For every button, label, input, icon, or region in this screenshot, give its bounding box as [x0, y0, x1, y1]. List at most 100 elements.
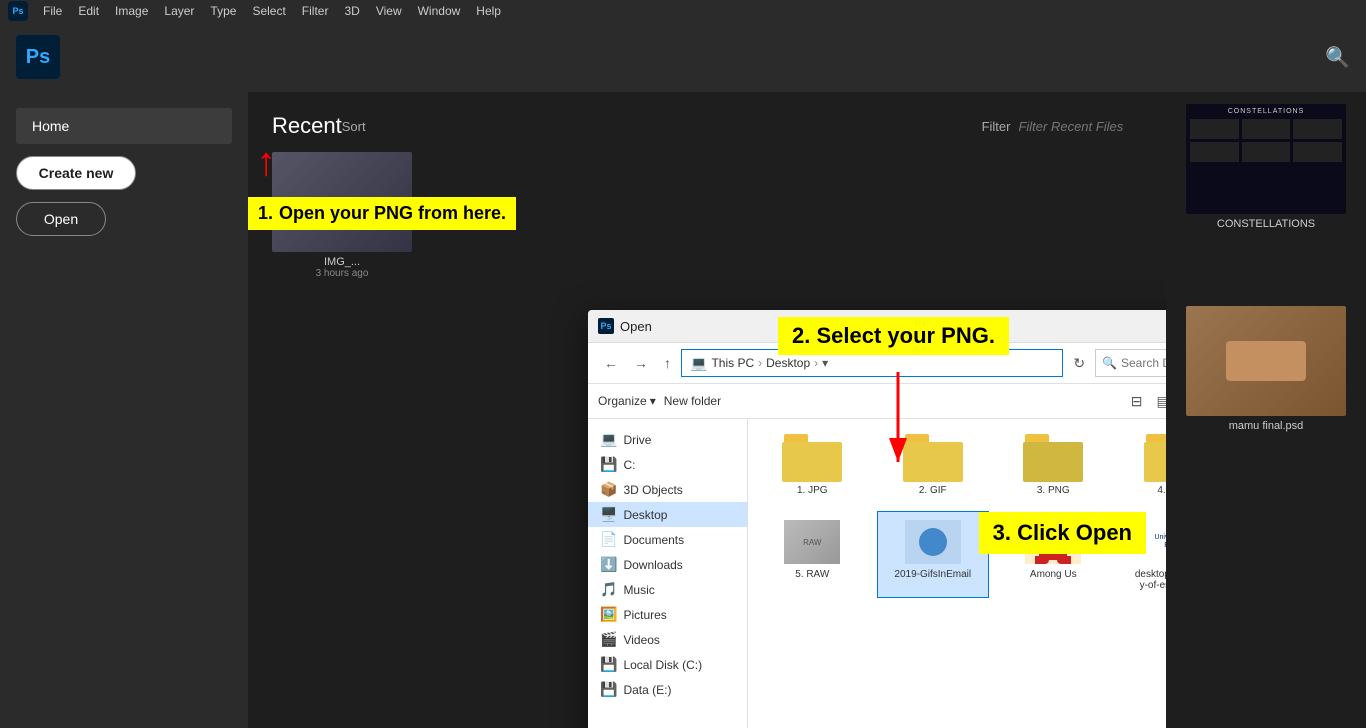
breadcrumb-desktop[interactable]: Desktop	[766, 356, 810, 370]
c-icon: 💾	[600, 456, 617, 473]
file-item-gifs[interactable]: 2019-GifsInEmail	[877, 511, 990, 598]
menu-edit[interactable]: Edit	[71, 2, 106, 20]
nav-forward-button[interactable]: →	[628, 353, 654, 373]
sidebar-dialog-videos[interactable]: 🎬 Videos	[588, 627, 747, 652]
thumb-name-1: IMG_...	[324, 256, 360, 268]
view-change-button[interactable]: ⊟	[1126, 391, 1148, 412]
create-new-button[interactable]: Create new	[16, 156, 136, 190]
file-item-jpg[interactable]: 1. JPG	[756, 427, 869, 503]
file-name-raw: 5. RAW	[795, 569, 829, 580]
step1-text: Open your PNG from here.	[279, 203, 506, 224]
dialog-sidebar: 💻 Drive 💾 C: 📦 3D Objects 🖥️ Desktop	[588, 419, 748, 728]
search-input-dialog[interactable]	[1121, 356, 1166, 370]
refresh-button[interactable]: ↻	[1067, 353, 1091, 374]
folder-png-icon	[1023, 434, 1083, 482]
menu-bar: Ps File Edit Image Layer Type Select Fil…	[0, 0, 1366, 22]
dialog-title-left: Ps Open	[598, 318, 652, 334]
toolbar-icons: ⊟ ▤ ◫ ?	[1126, 390, 1166, 412]
step1-number: 1.	[258, 203, 273, 224]
file-item-png[interactable]: 3. PNG	[997, 427, 1110, 503]
main-area: Home Create new Open ↑ 1. Open your PNG …	[0, 92, 1366, 728]
right-thumb-constellations[interactable]: CONSTELLATIONS CONSTELLATIONS	[1174, 104, 1358, 230]
file-item-bmp[interactable]: 4. BMP	[1118, 427, 1167, 503]
sidebar-label-pictures: Pictures	[623, 608, 666, 622]
file-grid: 1. JPG 2. GIF 3. PNG	[748, 419, 1166, 728]
title-bar: Ps 🔍	[0, 22, 1366, 92]
filter-input[interactable]	[1018, 119, 1158, 134]
file-item-gif[interactable]: 2. GIF	[877, 427, 990, 503]
menu-image[interactable]: Image	[108, 2, 155, 20]
sidebar-label-localdisk: Local Disk (C:)	[623, 658, 702, 672]
menu-help[interactable]: Help	[469, 2, 508, 20]
downloads-icon: ⬇️	[600, 556, 617, 573]
file-name-png: 3. PNG	[1037, 485, 1070, 496]
breadcrumb-pc[interactable]: This PC	[711, 356, 754, 370]
sidebar-dialog-localdisk[interactable]: 💾 Local Disk (C:)	[588, 652, 747, 677]
recent-header: Recent Sort Filter ≡ ⊞	[272, 112, 1142, 140]
sidebar-label-videos: Videos	[623, 633, 659, 647]
folder-jpg-icon	[782, 434, 842, 482]
pc-icon: 💻	[690, 355, 707, 372]
sidebar-dialog-drive[interactable]: 💻 Drive	[588, 427, 747, 452]
sidebar-dialog-3dobjects[interactable]: 📦 3D Objects	[588, 477, 747, 502]
sort-label: Sort	[342, 119, 366, 134]
folder-bmp-icon	[1144, 434, 1166, 482]
music-icon: 🎵	[600, 581, 617, 598]
menu-file[interactable]: File	[36, 2, 69, 20]
filter-label: Filter	[982, 119, 1011, 134]
right-thumb-name-constellations: CONSTELLATIONS	[1217, 218, 1315, 230]
step1-label: 1. Open your PNG from here.	[248, 197, 516, 230]
right-panel: CONSTELLATIONS CONSTELLATIONS	[1166, 92, 1366, 728]
sidebar-dialog-c[interactable]: 💾 C:	[588, 452, 747, 477]
sidebar-label-downloads: Downloads	[623, 558, 682, 572]
menu-type[interactable]: Type	[203, 2, 243, 20]
sidebar-label-desktop: Desktop	[623, 508, 667, 522]
search-box: 🔍	[1095, 349, 1166, 377]
new-folder-button[interactable]: New folder	[664, 394, 721, 408]
sidebar-label-c: C:	[623, 458, 635, 472]
organize-button[interactable]: Organize ▾	[598, 394, 656, 408]
home-button[interactable]: Home	[16, 108, 232, 144]
nav-back-button[interactable]: ←	[598, 353, 624, 373]
sidebar-dialog-desktop[interactable]: 🖥️ Desktop	[588, 502, 747, 527]
sidebar-dialog-downloads[interactable]: ⬇️ Downloads	[588, 552, 747, 577]
ps-logo: Ps	[16, 35, 60, 79]
file-name-among: Among Us	[1030, 569, 1077, 580]
sidebar-label-documents: Documents	[623, 533, 684, 547]
search-icon[interactable]: 🔍	[1325, 45, 1350, 70]
open-button[interactable]: Open	[16, 202, 106, 236]
organize-label: Organize	[598, 394, 647, 408]
menu-3d[interactable]: 3D	[337, 2, 366, 20]
folder-gif-icon	[903, 434, 963, 482]
breadcrumb-dropdown[interactable]: ▾	[822, 356, 828, 370]
organize-dropdown-icon: ▾	[650, 394, 656, 408]
sidebar-dialog-music[interactable]: 🎵 Music	[588, 577, 747, 602]
desktop-icon: 🖥️	[600, 506, 617, 523]
details-view-button[interactable]: ▤	[1152, 391, 1166, 412]
file-item-raw[interactable]: RAW 5. RAW	[756, 511, 869, 598]
sidebar-dialog-pictures[interactable]: 🖼️ Pictures	[588, 602, 747, 627]
step2-annotation: 2. Select your PNG.	[778, 317, 1009, 355]
nav-up-button[interactable]: ↑	[658, 353, 677, 373]
menu-layer[interactable]: Layer	[157, 2, 201, 20]
sidebar-label-music: Music	[623, 583, 654, 597]
step3-annotation: 3. Click Open	[979, 512, 1146, 554]
dialog-title-text: Open	[620, 319, 652, 334]
search-icon-dialog: 🔍	[1102, 356, 1117, 370]
thumb-time-1: 3 hours ago	[316, 268, 369, 279]
drive-icon: 💻	[600, 431, 617, 448]
videos-icon: 🎬	[600, 631, 617, 648]
file-name-essex: desktop_university-of-essex-logo	[1134, 569, 1166, 591]
menu-view[interactable]: View	[369, 2, 409, 20]
menu-window[interactable]: Window	[411, 2, 468, 20]
documents-icon: 📄	[600, 531, 617, 548]
sidebar-label-drive: Drive	[623, 433, 651, 447]
dialog-toolbar: Organize ▾ New folder ⊟ ▤ ◫ ?	[588, 384, 1166, 419]
sidebar-dialog-documents[interactable]: 📄 Documents	[588, 527, 747, 552]
content-area: ↑ 1. Open your PNG from here. 2. Select …	[248, 92, 1166, 728]
sidebar-dialog-data[interactable]: 💾 Data (E:)	[588, 677, 747, 702]
menu-select[interactable]: Select	[245, 2, 292, 20]
sidebar-label-data: Data (E:)	[623, 683, 671, 697]
menu-filter[interactable]: Filter	[295, 2, 336, 20]
right-thumb-mamu[interactable]: mamu final.psd	[1174, 306, 1358, 432]
